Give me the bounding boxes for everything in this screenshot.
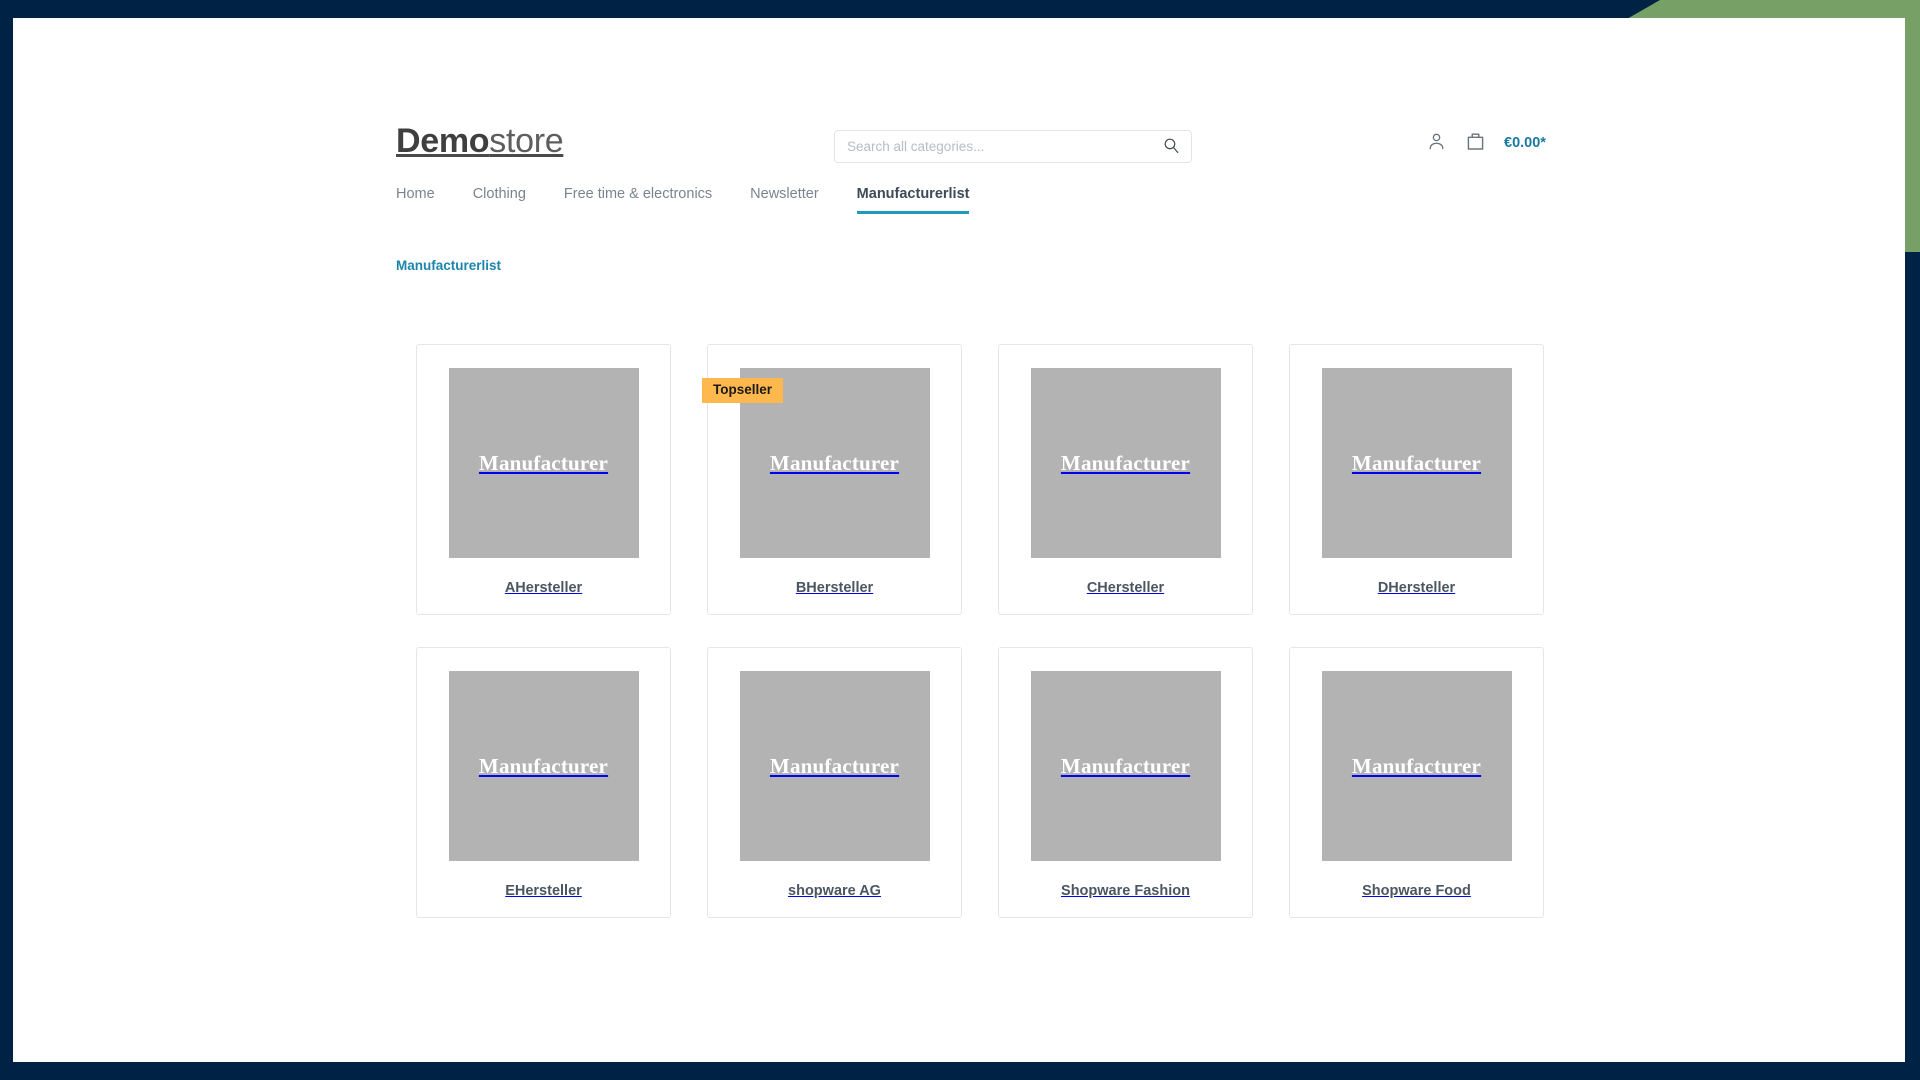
cart-total-amount[interactable]: €0.00* [1504, 135, 1546, 151]
placeholder-label: Manufacturer [479, 754, 608, 779]
logo-light-text: store [489, 122, 563, 160]
manufacturer-name: Shopware Fashion [1061, 882, 1190, 900]
placeholder-label: Manufacturer [1352, 754, 1481, 779]
placeholder-label: Manufacturer [1061, 754, 1190, 779]
header-actions: €0.00* [1426, 130, 1546, 156]
search-submit-button[interactable] [1151, 131, 1191, 162]
manufacturer-name: AHersteller [505, 579, 582, 597]
manufacturer-card[interactable]: Manufacturer shopware AG [707, 647, 962, 918]
placeholder-label: Manufacturer [1061, 451, 1190, 476]
shopping-bag-icon [1464, 130, 1487, 156]
nav-item-manufacturerlist[interactable]: Manufacturerlist [857, 186, 970, 214]
manufacturer-name: DHersteller [1378, 579, 1455, 597]
manufacturer-image-placeholder: Manufacturer [1322, 671, 1512, 861]
manufacturer-image-placeholder: Manufacturer [1322, 368, 1512, 558]
nav-item-newsletter[interactable]: Newsletter [750, 186, 819, 214]
manufacturer-image-placeholder: Manufacturer [449, 368, 639, 558]
main-navigation: Home Clothing Free time & electronics Ne… [396, 186, 969, 214]
nav-item-free-time-electronics[interactable]: Free time & electronics [564, 186, 712, 214]
manufacturer-card[interactable]: Topseller Manufacturer BHersteller [707, 344, 962, 615]
manufacturer-name: BHersteller [796, 579, 873, 597]
manufacturer-card[interactable]: Manufacturer DHersteller [1289, 344, 1544, 615]
manufacturer-card[interactable]: Manufacturer AHersteller [416, 344, 671, 615]
search-bar[interactable] [834, 130, 1192, 163]
manufacturer-name: shopware AG [788, 882, 881, 900]
search-input[interactable] [835, 139, 1151, 154]
nav-item-clothing[interactable]: Clothing [473, 186, 526, 214]
manufacturer-image-placeholder: Manufacturer [1031, 368, 1221, 558]
manufacturer-image-placeholder: Manufacturer [1031, 671, 1221, 861]
manufacturer-name: EHersteller [505, 882, 582, 900]
page-viewport: Demostore [13, 18, 1905, 1062]
topseller-badge: Topseller [702, 378, 783, 403]
manufacturer-card[interactable]: Manufacturer CHersteller [998, 344, 1253, 615]
breadcrumb-manufacturerlist[interactable]: Manufacturerlist [396, 258, 501, 273]
manufacturer-card[interactable]: Manufacturer Shopware Food [1289, 647, 1544, 918]
account-button[interactable] [1426, 131, 1447, 155]
placeholder-label: Manufacturer [770, 451, 899, 476]
site-logo[interactable]: Demostore [396, 120, 563, 162]
manufacturer-name: Shopware Food [1362, 882, 1471, 900]
manufacturer-card[interactable]: Manufacturer EHersteller [416, 647, 671, 918]
manufacturer-name: CHersteller [1087, 579, 1164, 597]
placeholder-label: Manufacturer [479, 451, 608, 476]
cart-button[interactable] [1464, 130, 1487, 156]
manufacturer-image-placeholder: Manufacturer [449, 671, 639, 861]
nav-item-home[interactable]: Home [396, 186, 435, 214]
browser-window-frame: Demostore [0, 0, 1920, 1080]
manufacturer-card[interactable]: Manufacturer Shopware Fashion [998, 647, 1253, 918]
site-header: Demostore [13, 18, 1905, 138]
manufacturer-grid: Manufacturer AHersteller Topseller Manuf… [416, 344, 1546, 918]
placeholder-label: Manufacturer [770, 754, 899, 779]
search-icon [1163, 137, 1180, 157]
placeholder-label: Manufacturer [1352, 451, 1481, 476]
manufacturer-image-placeholder: Manufacturer [740, 671, 930, 861]
person-icon [1426, 131, 1447, 155]
logo-strong-text: Demo [396, 122, 489, 160]
